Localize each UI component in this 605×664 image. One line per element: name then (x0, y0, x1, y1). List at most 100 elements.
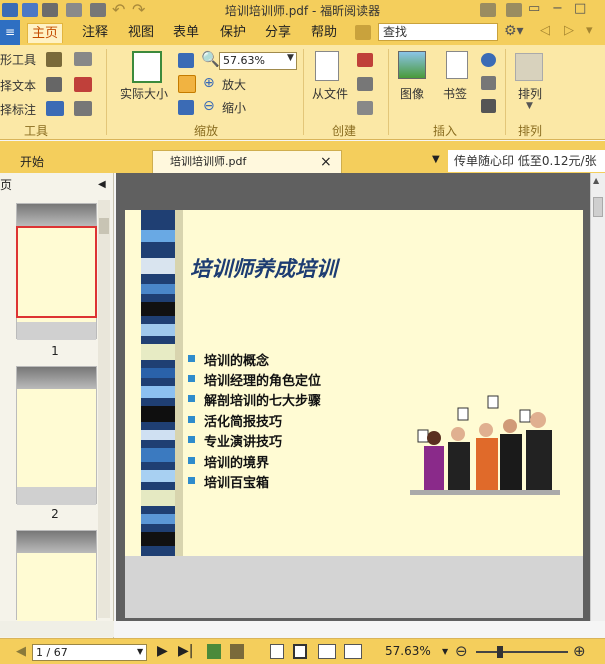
expand-icon[interactable]: ▾ (586, 23, 593, 38)
stamp-icon[interactable] (74, 101, 92, 116)
list-item: 活化简报技巧 (187, 411, 282, 430)
menu-home[interactable]: 主页 (27, 23, 64, 43)
restore-icon[interactable]: ▭ (528, 1, 540, 16)
link-icon[interactable] (481, 53, 496, 67)
zoom-in-status-icon[interactable]: ⊕ (573, 642, 586, 660)
video-icon[interactable] (481, 99, 496, 113)
actual-size-button[interactable]: 实际大小 (120, 85, 168, 102)
select-text-button[interactable]: 择文本 (0, 77, 36, 94)
first-page-icon[interactable]: ◀ (16, 644, 26, 659)
menu-form[interactable]: 表单 (169, 23, 203, 43)
zoom-out-icon[interactable]: ⊖ (203, 98, 215, 114)
chevron-down-icon[interactable]: ▼ (442, 647, 448, 656)
menu-bar: ≡ 主页 注释 视图 表单 保护 分享 帮助 查找 ⚙▾ ◁ ▷ ▾ (0, 20, 605, 45)
actual-size-icon[interactable] (132, 51, 162, 83)
scroll-up-icon[interactable]: ▲ (593, 176, 599, 185)
page-thumbnail-3[interactable] (16, 530, 97, 621)
fit-page-icon[interactable] (178, 53, 194, 68)
hand-tool-button[interactable]: 形工具 (0, 51, 36, 68)
create-pdf-icon[interactable] (357, 53, 373, 67)
zoom-in-icon[interactable]: ⊕ (203, 75, 215, 91)
page-thumbnail-2[interactable] (16, 366, 97, 505)
zoom-slider[interactable] (476, 651, 568, 653)
people-holding-signs-image (410, 395, 560, 495)
search-input[interactable]: 查找 (378, 23, 498, 41)
previous-view-icon[interactable] (207, 644, 221, 659)
last-page-icon[interactable]: ▶| (178, 643, 193, 659)
maximize-icon[interactable]: □ (574, 1, 586, 16)
file-menu-button[interactable]: ≡ (0, 20, 20, 45)
tab-document-label: 培训培训师.pdf (170, 155, 247, 168)
scanner-icon[interactable] (357, 101, 373, 115)
zoom-tool-icon[interactable]: 🔍 (201, 50, 220, 68)
menu-help[interactable]: 帮助 (307, 23, 341, 43)
panel-scroll-thumb[interactable] (99, 218, 109, 234)
scroll-thumb[interactable] (593, 197, 603, 217)
bookmark-button[interactable]: 书签 (443, 85, 467, 102)
camera-icon[interactable] (74, 52, 92, 66)
facing-page-icon[interactable] (318, 644, 336, 659)
account-icon[interactable] (506, 3, 522, 17)
decorative-stripe-image (137, 210, 183, 556)
tab-list-chevron-icon[interactable]: ▼ (432, 154, 440, 165)
page-number-1: 1 (51, 344, 59, 358)
next-view-icon[interactable] (230, 644, 244, 659)
ribbon-toggle-icon[interactable] (480, 3, 496, 17)
arrange-icon[interactable] (515, 53, 543, 81)
continuous-page-icon[interactable] (293, 644, 307, 659)
next-page-icon[interactable]: ▶ (157, 643, 168, 659)
tab-bar: 开始 培训培训师.pdf × ▼ 传单随心印 低至0.12元/张 (0, 141, 605, 173)
tab-close-icon[interactable]: × (320, 152, 332, 173)
attachment-icon[interactable] (481, 76, 496, 90)
fit-visible-icon[interactable] (178, 100, 194, 115)
ad-banner[interactable]: 传单随心印 低至0.12元/张 (448, 150, 605, 172)
page-number-2: 2 (51, 507, 59, 521)
typewriter-icon[interactable] (46, 52, 62, 67)
find-icon[interactable] (355, 25, 371, 40)
menu-comment[interactable]: 注释 (78, 23, 112, 43)
image-icon[interactable] (398, 51, 426, 79)
note-icon[interactable] (46, 77, 62, 92)
ribbon-divider (505, 49, 506, 135)
page-number-field[interactable]: 1 / 67 (32, 644, 147, 661)
bookmark-icon[interactable] (446, 51, 468, 79)
image-button[interactable]: 图像 (400, 85, 424, 102)
panel-horizontal-scrollbar[interactable] (0, 621, 114, 637)
ribbon-divider (303, 49, 304, 135)
clipboard-icon[interactable] (74, 77, 92, 92)
zoom-out-button[interactable]: 缩小 (222, 99, 246, 116)
from-file-button[interactable]: 从文件 (312, 85, 348, 102)
list-item: 培训的境界 (187, 452, 269, 471)
list-item: 解剖培训的七大步骤 (187, 390, 321, 409)
menu-view[interactable]: 视图 (124, 23, 158, 43)
continuous-facing-icon[interactable] (344, 644, 362, 659)
zoom-out-status-icon[interactable]: ⊖ (455, 642, 468, 660)
tab-start[interactable]: 开始 (20, 152, 44, 173)
arrange-button[interactable]: 排列 (518, 85, 542, 102)
menu-share[interactable]: 分享 (261, 23, 295, 43)
vertical-scrollbar[interactable]: ▲ (590, 173, 605, 621)
menu-protect[interactable]: 保护 (216, 23, 250, 43)
blank-page-icon[interactable] (357, 77, 373, 91)
panel-header: 页 (0, 175, 110, 195)
nav-back-icon[interactable]: ◁ (540, 23, 550, 38)
single-page-icon[interactable] (270, 644, 284, 659)
zoom-in-button[interactable]: 放大 (222, 76, 246, 93)
chevron-down-icon: ▼ (137, 647, 144, 656)
minimize-icon[interactable]: − (552, 1, 563, 16)
highlight-icon[interactable] (46, 101, 64, 116)
chevron-down-icon: ▼ (526, 101, 533, 111)
settings-gear-icon[interactable]: ⚙▾ (504, 23, 524, 39)
fit-width-icon[interactable] (178, 75, 196, 93)
slide-title: 培训师养成培训 (190, 256, 337, 281)
from-file-icon[interactable] (315, 51, 339, 81)
collapse-panel-icon[interactable]: ◀ (98, 179, 106, 190)
zoom-slider-handle[interactable] (497, 646, 503, 658)
panel-scrollbar[interactable] (98, 200, 110, 618)
page-footer-area (125, 556, 583, 618)
select-annotation-button[interactable]: 择标注 (0, 101, 36, 118)
ribbon: 形工具 择文本 择标注 工具 实际大小 🔍 57.63% ▼ ⊕ 放大 ⊖ 缩小… (0, 45, 605, 140)
nav-forward-icon[interactable]: ▷ (564, 23, 574, 38)
list-item: 培训的概念 (187, 350, 269, 369)
zoom-level-select[interactable]: 57.63% (219, 52, 297, 70)
